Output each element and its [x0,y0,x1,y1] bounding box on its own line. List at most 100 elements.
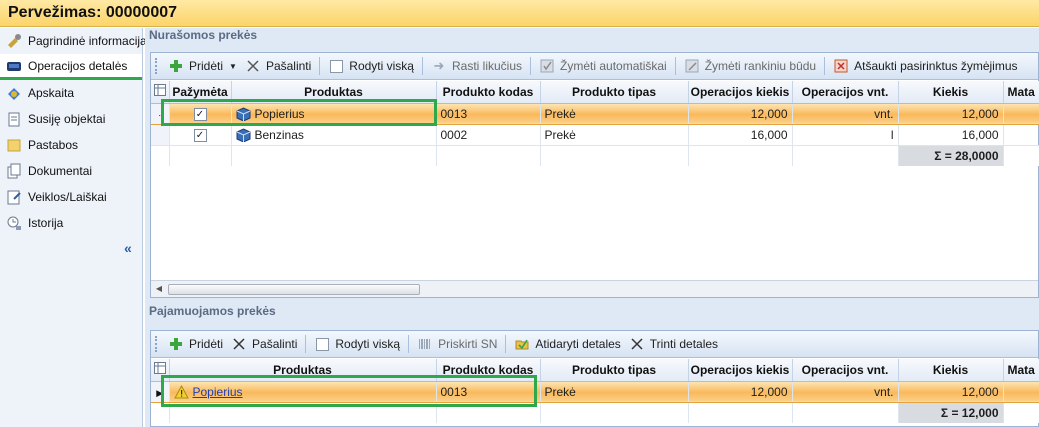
table-row[interactable]: ✓ Benzinas 0002 Prekė 16,000 l 16,000 [151,124,1039,146]
show-all-toggle[interactable]: Rodyti viską [310,333,404,355]
row-indicator[interactable] [151,124,170,146]
column-header[interactable]: Produktas [169,359,437,382]
sidebar-item-notes[interactable]: Pastabos [0,132,142,158]
main-content: Nurašomos prekės Pridėti ▼ Pašalinti Rod… [145,28,1039,427]
unit-cell[interactable] [1003,381,1039,403]
mark-automatically-button[interactable]: Žymėti automatiškai [535,55,671,77]
horizontal-scrollbar[interactable]: ◀ [151,280,1038,297]
window-title: Pervežimas: 00000007 [8,4,178,21]
product-cell[interactable]: Popierius [231,103,437,125]
column-header[interactable]: Mata [1003,81,1039,104]
quantity-cell[interactable]: 16,000 [898,124,1004,146]
product-type-cell[interactable]: Prekė [540,124,689,146]
history-icon [6,215,22,231]
table-row[interactable]: ▶ Popierius 0013 Prekė 12,000 vnt. 12,00… [151,381,1039,403]
toolbar-grip[interactable] [155,336,158,352]
toolbar-separator [421,57,423,75]
operation-quantity-cell[interactable]: 16,000 [688,124,793,146]
toolbar-separator [674,57,676,75]
column-chooser-icon[interactable] [151,81,170,104]
toolbar-grip[interactable] [155,58,158,74]
sidebar-item-history[interactable]: Istorija [0,210,142,236]
product-cell[interactable]: Popierius [169,381,437,403]
mark-manually-button[interactable]: Žymėti rankiniu būdu [680,55,820,77]
collapse-sidebar-button[interactable]: « [124,240,132,256]
open-details-button[interactable]: Atidaryti detales [510,333,624,355]
sidebar-item-activities[interactable]: Veiklos/Laiškai [0,184,142,210]
product-cell[interactable]: Benzinas [231,124,437,146]
operation-unit-cell[interactable]: l [792,124,899,146]
sidebar-item-label: Pagrindinė informacija [28,34,147,48]
sidebar-item-documents[interactable]: Dokumentai [0,158,142,184]
column-header[interactable]: Operacijos kiekis [688,359,793,382]
operation-quantity-cell[interactable]: 12,000 [688,381,793,403]
sidebar-item-general-info[interactable]: Pagrindinė informacija [0,28,147,54]
column-header[interactable]: Produkto kodas [436,81,541,104]
operation-quantity-cell[interactable]: 12,000 [688,103,793,125]
delete-details-button[interactable]: Trinti detales [625,333,722,355]
product-code-cell[interactable]: 0013 [436,103,541,125]
column-header[interactable]: Operacijos vnt. [792,359,899,382]
toolbar-separator [319,57,321,75]
scrollbar-thumb[interactable] [168,284,420,295]
unit-cell[interactable] [1003,103,1039,125]
column-header[interactable]: Produktas [231,81,437,104]
operation-unit-cell[interactable]: vnt. [792,381,899,403]
column-header[interactable]: Operacijos vnt. [792,81,899,104]
toolbar-separator [530,57,532,75]
row-indicator[interactable]: ▶ [151,381,170,403]
remove-button[interactable]: Pašalinti [241,55,315,77]
product-box-icon [236,106,251,121]
column-header[interactable]: Pažymėta [169,81,232,104]
product-type-cell[interactable]: Prekė [540,381,689,403]
add-button[interactable]: Pridėti ▼ [164,55,241,77]
column-chooser-icon[interactable] [151,359,170,382]
find-balances-button[interactable]: ➜ Rasti likučius [427,55,526,77]
dropdown-arrow-icon[interactable]: ▼ [229,62,237,71]
column-header[interactable]: Produkto tipas [540,359,689,382]
sidebar-item-accounting[interactable]: Apskaita [0,80,142,106]
assign-sn-button[interactable]: Priskirti SN [413,333,501,355]
column-header[interactable]: Kiekis [898,359,1004,382]
marked-checkbox[interactable]: ✓ [169,103,232,125]
quantity-cell[interactable]: 12,000 [898,381,1004,403]
table-row[interactable]: · ✓ Popierius 0013 Prekė 12,000 vnt. 12,… [151,103,1039,125]
operation-unit-cell[interactable]: vnt. [792,103,899,125]
product-code-cell[interactable]: 0013 [436,381,541,403]
show-all-toggle[interactable]: Rodyti viską [324,55,418,77]
arrow-right-icon: ➜ [433,58,445,73]
column-header[interactable]: Mata [1003,359,1039,382]
column-header[interactable]: Produkto tipas [540,81,689,104]
column-header[interactable]: Operacijos kiekis [688,81,793,104]
accounting-icon [6,85,22,101]
sidebar-item-label: Operacijos detalės [28,58,128,73]
written-off-section-title: Nurašomos prekės [149,28,258,42]
sidebar-item-related-objects[interactable]: Susiję objektai [0,106,142,132]
total-sum: Σ = 12,000 [898,402,1004,423]
product-link[interactable]: Popierius [193,385,243,399]
written-off-table: Pažymėta Produktas Produkto kodas Produk… [151,81,1039,166]
table-footer-row: Σ = 12,000 [151,402,1039,423]
quantity-cell[interactable]: 12,000 [898,103,1004,125]
column-header[interactable]: Kiekis [898,81,1004,104]
sidebar-item-label: Susiję objektai [28,112,106,126]
table-header-row: Produktas Produkto kodas Produkto tipas … [151,359,1039,382]
marked-checkbox[interactable]: ✓ [169,124,232,146]
unit-cell[interactable] [1003,124,1039,146]
product-type-cell[interactable]: Prekė [540,103,689,125]
row-indicator[interactable]: · [151,103,170,125]
incoming-panel: Pridėti Pašalinti Rodyti viską Priskirti… [150,330,1039,427]
remove-button[interactable]: Pašalinti [227,333,301,355]
column-header[interactable]: Produkto kodas [436,359,541,382]
note-icon [6,137,22,153]
checkbox-icon [314,336,330,352]
x-icon [629,336,645,352]
incoming-toolbar: Pridėti Pašalinti Rodyti viską Priskirti… [151,331,1038,358]
sidebar-item-operation-details[interactable]: Operacijos detalės [0,54,142,80]
add-button[interactable]: Pridėti [164,333,227,355]
scroll-left-icon[interactable]: ◀ [154,284,164,294]
toolbar-separator [824,57,826,75]
cancel-marks-button[interactable]: Atšaukti pasirinktus žymėjimus [829,55,1021,77]
product-code-cell[interactable]: 0002 [436,124,541,146]
open-folder-icon [514,336,530,352]
